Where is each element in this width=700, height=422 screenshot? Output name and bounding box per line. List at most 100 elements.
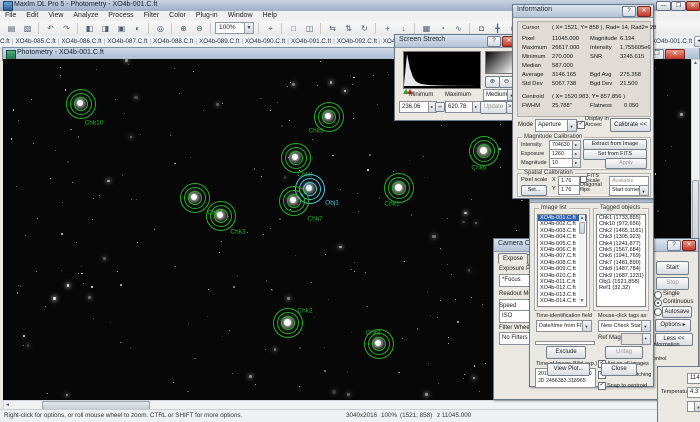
- diagonal-flips-select[interactable]: Start corner: [609, 185, 649, 196]
- check-star-aperture-ring[interactable]: [322, 110, 336, 124]
- screen-stretch-title-bar[interactable]: Screen Stretch ? ✕: [395, 35, 518, 48]
- menu-color[interactable]: Color: [164, 11, 191, 21]
- temperature-field[interactable]: 4.3: [687, 387, 700, 398]
- check-star-aperture-ring[interactable]: [372, 337, 386, 351]
- camera-close-button[interactable]: ✕: [682, 240, 696, 251]
- tagged-object-item[interactable]: Ref1 (32,32): [597, 285, 645, 291]
- start-button[interactable]: Start: [656, 261, 689, 275]
- check-star-aperture-ring[interactable]: [477, 144, 491, 158]
- menu-window[interactable]: Window: [223, 11, 258, 21]
- crosshair-icon[interactable]: ⌖: [263, 22, 278, 36]
- mode-select[interactable]: Aperture: [535, 119, 577, 132]
- plus-icon[interactable]: +: [380, 22, 395, 36]
- flip-horizontal-icon[interactable]: ⇆: [325, 22, 340, 36]
- continuous-radio[interactable]: [654, 299, 662, 307]
- file-tab[interactable]: XO4b-085.C.ft: [15, 38, 55, 45]
- snap-to-centroid-checkbox[interactable]: ✓: [598, 382, 606, 390]
- tagged-object-item[interactable]: Chk8 (1487,784): [597, 266, 645, 272]
- autosave-radio[interactable]: [654, 308, 662, 316]
- undo-icon[interactable]: ↶: [43, 22, 58, 36]
- information-close-button[interactable]: ✕: [637, 6, 651, 17]
- check-star-aperture-ring[interactable]: [74, 97, 88, 111]
- menu-edit[interactable]: Edit: [21, 11, 43, 21]
- current-file-tab[interactable]: - XO4b-001.C.ft: [648, 38, 692, 45]
- new-document-icon[interactable]: □: [286, 22, 301, 36]
- single-label[interactable]: Single: [663, 291, 680, 297]
- chevron-down-icon[interactable]: [567, 120, 576, 131]
- file-tab[interactable]: XO4b-086.C.ft: [61, 38, 101, 45]
- chevron-down-icon[interactable]: [694, 402, 700, 411]
- file-tab[interactable]: XO4b-092.C.ft: [337, 38, 377, 45]
- tagged-objects-list[interactable]: Chk1 (1733,855)Chk10 (972,656)Chk2 (1465…: [596, 214, 646, 307]
- chevron-down-icon[interactable]: [639, 186, 648, 195]
- spinner-icon[interactable]: [572, 159, 580, 167]
- menu-plug-in[interactable]: Plug-in: [191, 11, 223, 21]
- maximum-field[interactable]: 620.78: [445, 101, 481, 113]
- file-tab[interactable]: XO4b-089.C.ft: [199, 38, 239, 45]
- calibrate-button[interactable]: Calibrate <<: [610, 118, 651, 132]
- file-tab-current[interactable]: - XO4b-001.C.ft ◄►: [648, 36, 700, 48]
- spinner-icon[interactable]: [472, 102, 480, 112]
- night-vision-icon[interactable]: ◐: [130, 22, 145, 36]
- stop-button[interactable]: Stop: [656, 277, 689, 290]
- set-button[interactable]: Set...: [521, 185, 547, 196]
- check-star-aperture-ring[interactable]: [287, 194, 301, 208]
- chevron-down-icon[interactable]: ▼: [244, 23, 253, 33]
- information-help-button[interactable]: ?: [622, 6, 636, 17]
- magnifier-icon[interactable]: ◎: [153, 22, 168, 36]
- screen-stretch-window[interactable]: Screen Stretch ? ✕ ⊕ ⊖ Medium Minimum Ma…: [394, 34, 519, 121]
- file-tab-fragment[interactable]: C.ft: [0, 38, 10, 45]
- autosave-button[interactable]: Autosave: [662, 306, 692, 318]
- menu-analyze[interactable]: Analyze: [68, 11, 103, 21]
- zoom-level-select[interactable]: 100%▼: [215, 22, 254, 34]
- tagged-object-item[interactable]: Chk3 (1305,923): [597, 234, 645, 240]
- zoom-in-icon[interactable]: ⊕: [176, 22, 191, 36]
- duplicate-icon[interactable]: ◫: [302, 22, 317, 36]
- view-plot-button[interactable]: View Plot...: [547, 363, 590, 376]
- rotate-icon[interactable]: ↻: [357, 22, 372, 36]
- chevron-down-icon[interactable]: [582, 321, 591, 331]
- tab-prev-arrow[interactable]: ◄: [694, 36, 700, 47]
- tagged-object-item[interactable]: Chk6 (1941,769): [597, 253, 645, 259]
- tagged-object-item[interactable]: Chk10 (972,656): [597, 221, 645, 227]
- invert-icon[interactable]: ◨: [98, 22, 113, 36]
- time-field-select[interactable]: Date/time from FITS: [536, 320, 592, 332]
- file-tab[interactable]: XO4b-091.C.ft: [291, 38, 331, 45]
- information-title-bar[interactable]: Information ? ✕: [513, 5, 653, 18]
- menu-help[interactable]: Help: [258, 11, 282, 21]
- pixel-scale-y-field[interactable]: 1.76: [558, 185, 580, 195]
- menu-view[interactable]: View: [43, 11, 68, 21]
- information-icon[interactable]: ▣: [114, 22, 129, 36]
- spinner-icon[interactable]: [572, 150, 580, 158]
- minimize-button[interactable]: —: [656, 1, 671, 11]
- check-star-aperture-ring[interactable]: [214, 209, 228, 223]
- display-in-arcsec-checkbox[interactable]: ✓: [577, 121, 585, 129]
- open-icon[interactable]: ▤: [4, 22, 19, 36]
- camera-help-button[interactable]: ?: [667, 240, 681, 251]
- tab-expose[interactable]: Expose: [498, 253, 528, 264]
- options-button[interactable]: Options ▸: [655, 319, 691, 332]
- check-star-aperture-ring[interactable]: [289, 151, 303, 165]
- file-tab[interactable]: XO4b-088.C.ft: [153, 38, 193, 45]
- zoom-out-icon[interactable]: ⊖: [192, 22, 207, 36]
- menu-filter[interactable]: Filter: [139, 11, 165, 21]
- screen-stretch-help-button[interactable]: ?: [487, 36, 501, 47]
- information-window[interactable]: Information ? ✕ Cursor ( X= 1521, Y= 858…: [512, 4, 654, 199]
- chevron-down-icon[interactable]: [641, 321, 650, 331]
- minimum-field[interactable]: 236.06: [399, 101, 437, 113]
- check-star-aperture-ring[interactable]: [281, 316, 295, 330]
- menu-file[interactable]: File: [0, 11, 21, 21]
- exclude-button[interactable]: Exclude: [546, 346, 586, 359]
- redo-icon[interactable]: ↷: [59, 22, 74, 36]
- histogram-display[interactable]: [403, 51, 481, 89]
- zoom-in-histogram-icon[interactable]: ⊕: [485, 76, 500, 88]
- photometry-dialog[interactable]: Photometry Image list XO4b-001.C.ftXO4b-…: [529, 189, 654, 387]
- continuous-label[interactable]: Continuous: [663, 299, 693, 305]
- check-star-aperture-ring[interactable]: [188, 191, 202, 205]
- mouse-tags-select[interactable]: New Check Star: [598, 320, 651, 332]
- screen-stretch-icon[interactable]: ◧: [82, 22, 97, 36]
- maximize-button[interactable]: ❐: [671, 1, 686, 11]
- close-photometry-button[interactable]: Close: [601, 363, 637, 376]
- file-tab[interactable]: XO4b-090.C.ft: [245, 38, 285, 45]
- close-button[interactable]: ✕: [686, 1, 700, 11]
